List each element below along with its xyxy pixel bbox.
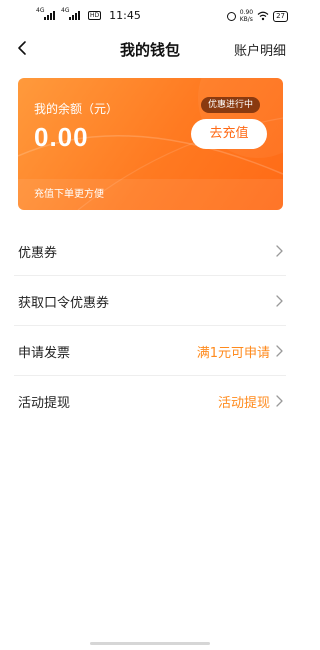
net-speed-value: 0.90 — [239, 9, 254, 16]
menu-item-coupons[interactable]: 优惠券 — [0, 226, 300, 276]
recharge-button[interactable]: 去充值 — [191, 119, 267, 149]
alarm-icon — [226, 11, 236, 21]
cellular-signal-icon-2: 4G — [61, 7, 80, 20]
menu-item-invoice[interactable]: 申请发票 满1元可申请 — [0, 326, 300, 376]
menu-item-code-coupon[interactable]: 获取口令优惠券 — [0, 276, 300, 326]
chevron-right-icon — [276, 245, 283, 257]
menu-item-label: 申请发票 — [18, 346, 71, 361]
home-indicator[interactable] — [90, 642, 210, 645]
net-speed: 0.90 KB/s — [240, 9, 253, 23]
chevron-right-icon — [276, 295, 283, 307]
menu-item-value: 活动提现 — [217, 396, 270, 411]
chevron-right-icon — [276, 395, 283, 407]
status-left: 4G 4G HD 11:45 — [36, 7, 141, 23]
menu-list: 优惠券 获取口令优惠券 申请发票 满1元可申请 活动提现 活动提现 — [0, 226, 300, 426]
status-time: 11:45 — [109, 9, 141, 22]
promo-badge: 优惠进行中 — [201, 97, 261, 113]
hd-badge: HD — [88, 11, 102, 20]
account-details-link[interactable]: 账户明细 — [234, 40, 286, 59]
card-note: 充值下单更方便 — [34, 189, 104, 200]
chevron-right-icon — [276, 345, 283, 357]
signal-tag: 4G — [36, 7, 45, 14]
menu-item-label: 获取口令优惠券 — [18, 296, 110, 311]
battery-icon: 27 — [273, 10, 288, 22]
menu-item-label: 优惠券 — [18, 246, 58, 261]
menu-item-withdraw[interactable]: 活动提现 活动提现 — [0, 376, 300, 426]
status-bar: 4G 4G HD 11:45 0.90 KB/s 27 — [0, 0, 300, 32]
wallet-card: 我的余额（元） 0.00 优惠进行中 去充值 充值下单更方便 — [18, 78, 283, 210]
battery-level: 27 — [276, 11, 285, 20]
net-speed-unit: KB/s — [239, 16, 253, 23]
balance-value: 0.00 — [34, 122, 89, 152]
menu-item-value: 满1元可申请 — [196, 346, 270, 361]
balance-label: 我的余额（元） — [34, 102, 119, 116]
status-right: 0.90 KB/s 27 — [226, 9, 288, 23]
cellular-signal-icon: 4G — [36, 7, 55, 20]
wifi-icon — [257, 11, 269, 21]
menu-item-label: 活动提现 — [18, 396, 71, 411]
nav-bar: 我的钱包 账户明细 — [0, 32, 300, 64]
signal-tag-2: 4G — [61, 7, 70, 14]
